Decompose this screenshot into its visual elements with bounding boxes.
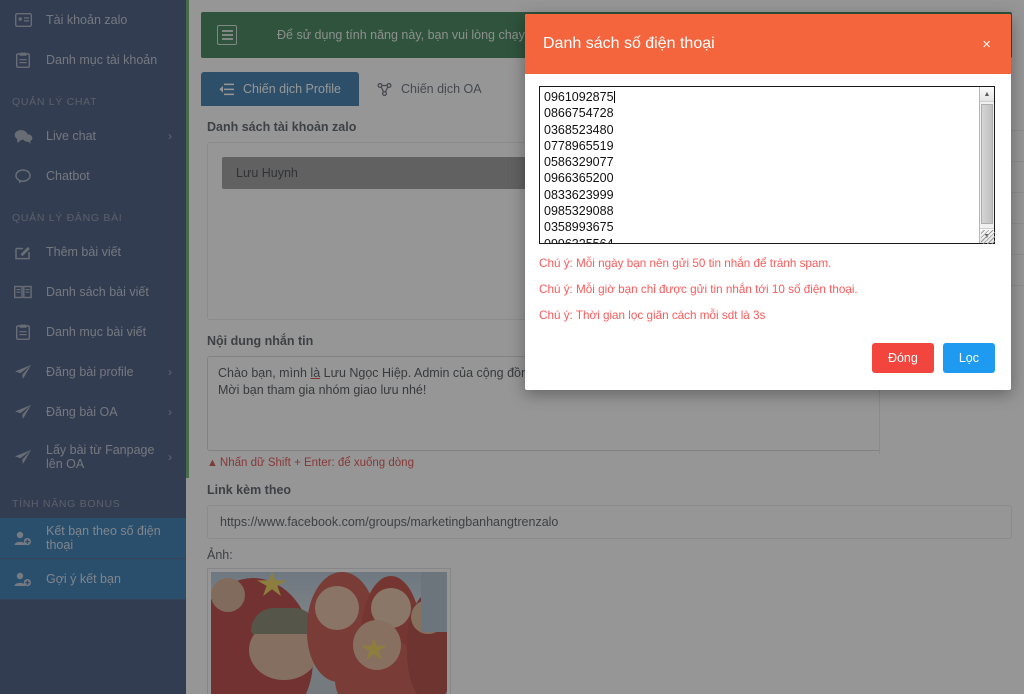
app-root: Tài khoản zalo Danh mục tài khoản QUẢN L… (0, 0, 1024, 694)
modal-header: Danh sách số điện thoại × (525, 14, 1011, 74)
phone-list-textarea[interactable]: 0961092875 0866754728 0368523480 0778965519… (539, 86, 995, 244)
filter-button[interactable]: Lọc (942, 343, 995, 373)
scrollbar-thumb[interactable] (981, 104, 993, 224)
modal-footer: Đóng Lọc (525, 326, 1011, 390)
phone-number-line: 0961092875 (544, 90, 615, 104)
phone-number-line: 0833623999 (544, 187, 614, 202)
text-caret (613, 91, 615, 103)
phone-number-line: 0985329088 (544, 204, 614, 219)
phone-number-line: 0866754728 (544, 106, 614, 121)
phone-number-line: 0996325564 (544, 236, 614, 244)
note-daily-limit: Chú ý: Mỗi ngày bạn nên gửi 50 tin nhắn … (539, 257, 832, 270)
phone-number-line: 0778965519 (544, 138, 614, 153)
phone-number-line: 0966365200 (544, 171, 614, 186)
modal-body: 0961092875 0866754728 0368523480 0778965519… (525, 74, 1011, 326)
phone-textarea-wrapper: 0961092875 0866754728 0368523480 0778965519… (539, 86, 995, 244)
phone-list-modal: Danh sách số điện thoại × 0961092875 0866… (525, 14, 1011, 390)
textarea-scrollbar[interactable]: ▲ ▼ (979, 87, 994, 243)
scroll-up-arrow-icon[interactable]: ▲ (980, 87, 994, 102)
note-hourly-limit: Chú ý: Mỗi giờ bạn chỉ được gửi tin nhắn… (539, 283, 858, 296)
phone-number-line: 0368523480 (544, 122, 614, 137)
resize-grip-icon[interactable] (981, 230, 995, 244)
close-icon[interactable]: × (980, 32, 993, 57)
note-filter-delay: Chú ý: Thời gian lọc giãn cách mỗi sdt l… (539, 309, 766, 322)
close-button[interactable]: Đóng (871, 343, 934, 373)
modal-title: Danh sách số điện thoại (543, 35, 715, 52)
phone-number-line: 0586329077 (544, 155, 614, 170)
phone-number-line: 0358993675 (544, 220, 614, 235)
